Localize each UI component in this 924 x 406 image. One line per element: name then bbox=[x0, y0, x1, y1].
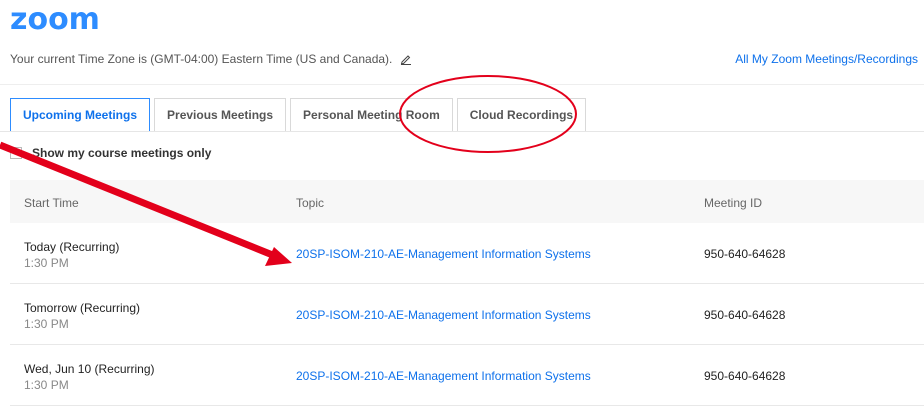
meeting-id: 950-640-64628 bbox=[704, 247, 786, 261]
column-header-meeting-id: Meeting ID bbox=[704, 196, 763, 210]
timezone-text: Your current Time Zone is (GMT-04:00) Ea… bbox=[10, 52, 393, 66]
course-meetings-filter[interactable]: Show my course meetings only bbox=[10, 146, 211, 160]
table-header: Start Time Topic Meeting ID bbox=[10, 180, 924, 223]
meeting-id: 950-640-64628 bbox=[704, 308, 786, 322]
meeting-topic-link[interactable]: 20SP-ISOM-210-AE-Management Information … bbox=[296, 308, 591, 322]
course-only-checkbox[interactable] bbox=[10, 147, 22, 159]
tab-upcoming-meetings[interactable]: Upcoming Meetings bbox=[10, 98, 151, 132]
zoom-logo: zoom bbox=[10, 2, 100, 37]
column-header-start-time: Start Time bbox=[24, 196, 79, 210]
meeting-id: 950-640-64628 bbox=[704, 369, 786, 383]
tab-previous-meetings[interactable]: Previous Meetings bbox=[154, 98, 287, 132]
meeting-time: 1:30 PM bbox=[24, 256, 69, 270]
table-row: Wed, Jun 10 (Recurring) 1:30 PM 20SP-ISO… bbox=[10, 345, 924, 406]
meeting-time: 1:30 PM bbox=[24, 378, 69, 392]
meeting-date: Wed, Jun 10 (Recurring) bbox=[24, 362, 155, 376]
table-row: Today (Recurring) 1:30 PM 20SP-ISOM-210-… bbox=[10, 223, 924, 284]
tab-cloud-recordings[interactable]: Cloud Recordings bbox=[456, 98, 587, 132]
meetings-table: Start Time Topic Meeting ID Today (Recur… bbox=[10, 180, 924, 406]
start-time-cell: Today (Recurring) 1:30 PM bbox=[24, 240, 119, 270]
meeting-time: 1:30 PM bbox=[24, 317, 69, 331]
meeting-date: Today (Recurring) bbox=[24, 240, 120, 254]
all-meetings-recordings-link[interactable]: All My Zoom Meetings/Recordings bbox=[735, 52, 918, 66]
meeting-topic-link[interactable]: 20SP-ISOM-210-AE-Management Information … bbox=[296, 247, 591, 261]
start-time-cell: Tomorrow (Recurring) 1:30 PM bbox=[24, 301, 140, 331]
table-row: Tomorrow (Recurring) 1:30 PM 20SP-ISOM-2… bbox=[10, 284, 924, 345]
course-only-label: Show my course meetings only bbox=[32, 146, 212, 160]
meeting-date: Tomorrow (Recurring) bbox=[24, 301, 141, 315]
meeting-tabs: Upcoming Meetings Previous Meetings Pers… bbox=[10, 98, 590, 132]
column-header-topic: Topic bbox=[296, 196, 325, 210]
tabs-divider bbox=[0, 131, 924, 132]
meeting-topic-link[interactable]: 20SP-ISOM-210-AE-Management Information … bbox=[296, 369, 591, 383]
pencil-icon[interactable] bbox=[400, 53, 412, 68]
tab-personal-meeting-room[interactable]: Personal Meeting Room bbox=[290, 98, 453, 132]
divider bbox=[0, 84, 924, 85]
start-time-cell: Wed, Jun 10 (Recurring) 1:30 PM bbox=[24, 362, 155, 392]
timezone-info: Your current Time Zone is (GMT-04:00) Ea… bbox=[10, 52, 412, 68]
